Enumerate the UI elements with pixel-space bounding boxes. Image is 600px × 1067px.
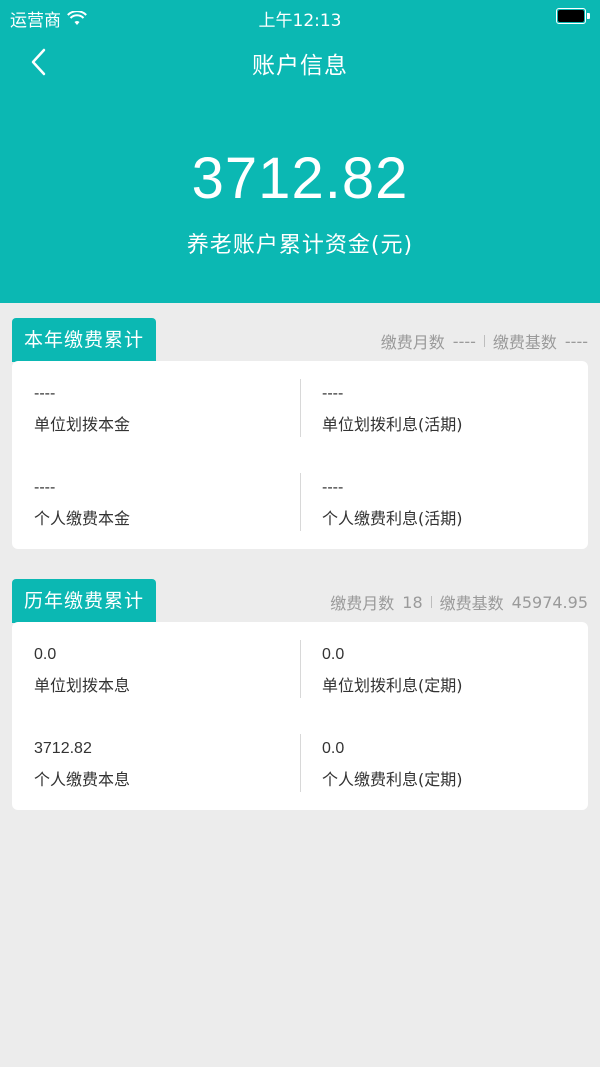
cell-label: 单位划拨利息(活期) <box>322 415 463 434</box>
vertical-divider <box>300 473 301 531</box>
cell-value: 3712.82 <box>34 740 92 757</box>
base-value: ---- <box>564 331 588 351</box>
base-value: 45974.95 <box>511 592 588 612</box>
page-title: 账户信息 <box>252 53 348 79</box>
cell-label: 单位划拨利息(定期) <box>322 676 463 695</box>
section-meta: 缴费月数 18 缴费基数 45974.95 <box>330 590 588 614</box>
cell-label: 个人缴费本息 <box>34 770 131 789</box>
section-tab: 历年缴费累计 <box>12 579 157 623</box>
cell-label: 单位划拨本金 <box>34 415 131 434</box>
grid-cell: 3712.82 个人缴费本息 <box>12 716 300 810</box>
account-header: 运营商 上午12:13 账户信息 3712.82 养老账户累计资金(元) <box>0 0 600 303</box>
status-bar: 运营商 上午12:13 <box>0 0 600 32</box>
cell-value: 0.0 <box>34 646 57 663</box>
cell-label: 个人缴费利息(定期) <box>322 770 463 789</box>
cell-value: 0.0 <box>322 646 345 663</box>
grid-cell: ---- 个人缴费利息(活期) <box>300 455 588 549</box>
total-balance: 3712.82 <box>191 146 409 211</box>
months-value: ---- <box>452 331 476 351</box>
cell-value: 0.0 <box>322 740 345 757</box>
cell-label: 单位划拨本息 <box>34 676 131 695</box>
grid-cell: ---- 单位划拨利息(活期) <box>300 361 588 455</box>
status-time: 上午12:13 <box>258 11 342 31</box>
grid-cell: ---- 个人缴费本金 <box>12 455 300 549</box>
grid-cell: 0.0 个人缴费利息(定期) <box>300 716 588 810</box>
total-balance-label: 养老账户累计资金(元) <box>186 233 414 258</box>
meta-divider <box>483 335 485 347</box>
cell-value: ---- <box>322 479 344 496</box>
grid-cell: 0.0 单位划拨本息 <box>12 622 300 716</box>
section-meta: 缴费月数 ---- 缴费基数 ---- <box>381 329 588 353</box>
grid-cell: 0.0 单位划拨利息(定期) <box>300 622 588 716</box>
vertical-divider <box>300 379 301 437</box>
vertical-divider <box>300 640 301 698</box>
base-label: 缴费基数 <box>439 594 504 613</box>
cell-label: 个人缴费利息(活期) <box>322 509 463 528</box>
battery-icon <box>556 8 590 24</box>
cell-value: ---- <box>34 479 56 496</box>
months-label: 缴费月数 <box>330 594 395 613</box>
grid-cell: ---- 单位划拨本金 <box>12 361 300 455</box>
base-label: 缴费基数 <box>492 333 557 352</box>
section-tab: 本年缴费累计 <box>12 318 157 362</box>
cell-value: ---- <box>34 385 56 402</box>
months-value: 18 <box>402 592 423 612</box>
months-label: 缴费月数 <box>380 333 445 352</box>
vertical-divider <box>300 734 301 792</box>
summary-card: 0.0 单位划拨本息 0.0 单位划拨利息(定期) 3712.82 个人缴费本息… <box>12 622 588 810</box>
summary-card: ---- 单位划拨本金 ---- 单位划拨利息(活期) ---- 个人缴费本金 … <box>12 361 588 549</box>
cell-label: 个人缴费本金 <box>34 509 131 528</box>
meta-divider <box>430 596 432 608</box>
nav-bar: 账户信息 <box>0 32 600 92</box>
cell-value: ---- <box>322 385 344 402</box>
